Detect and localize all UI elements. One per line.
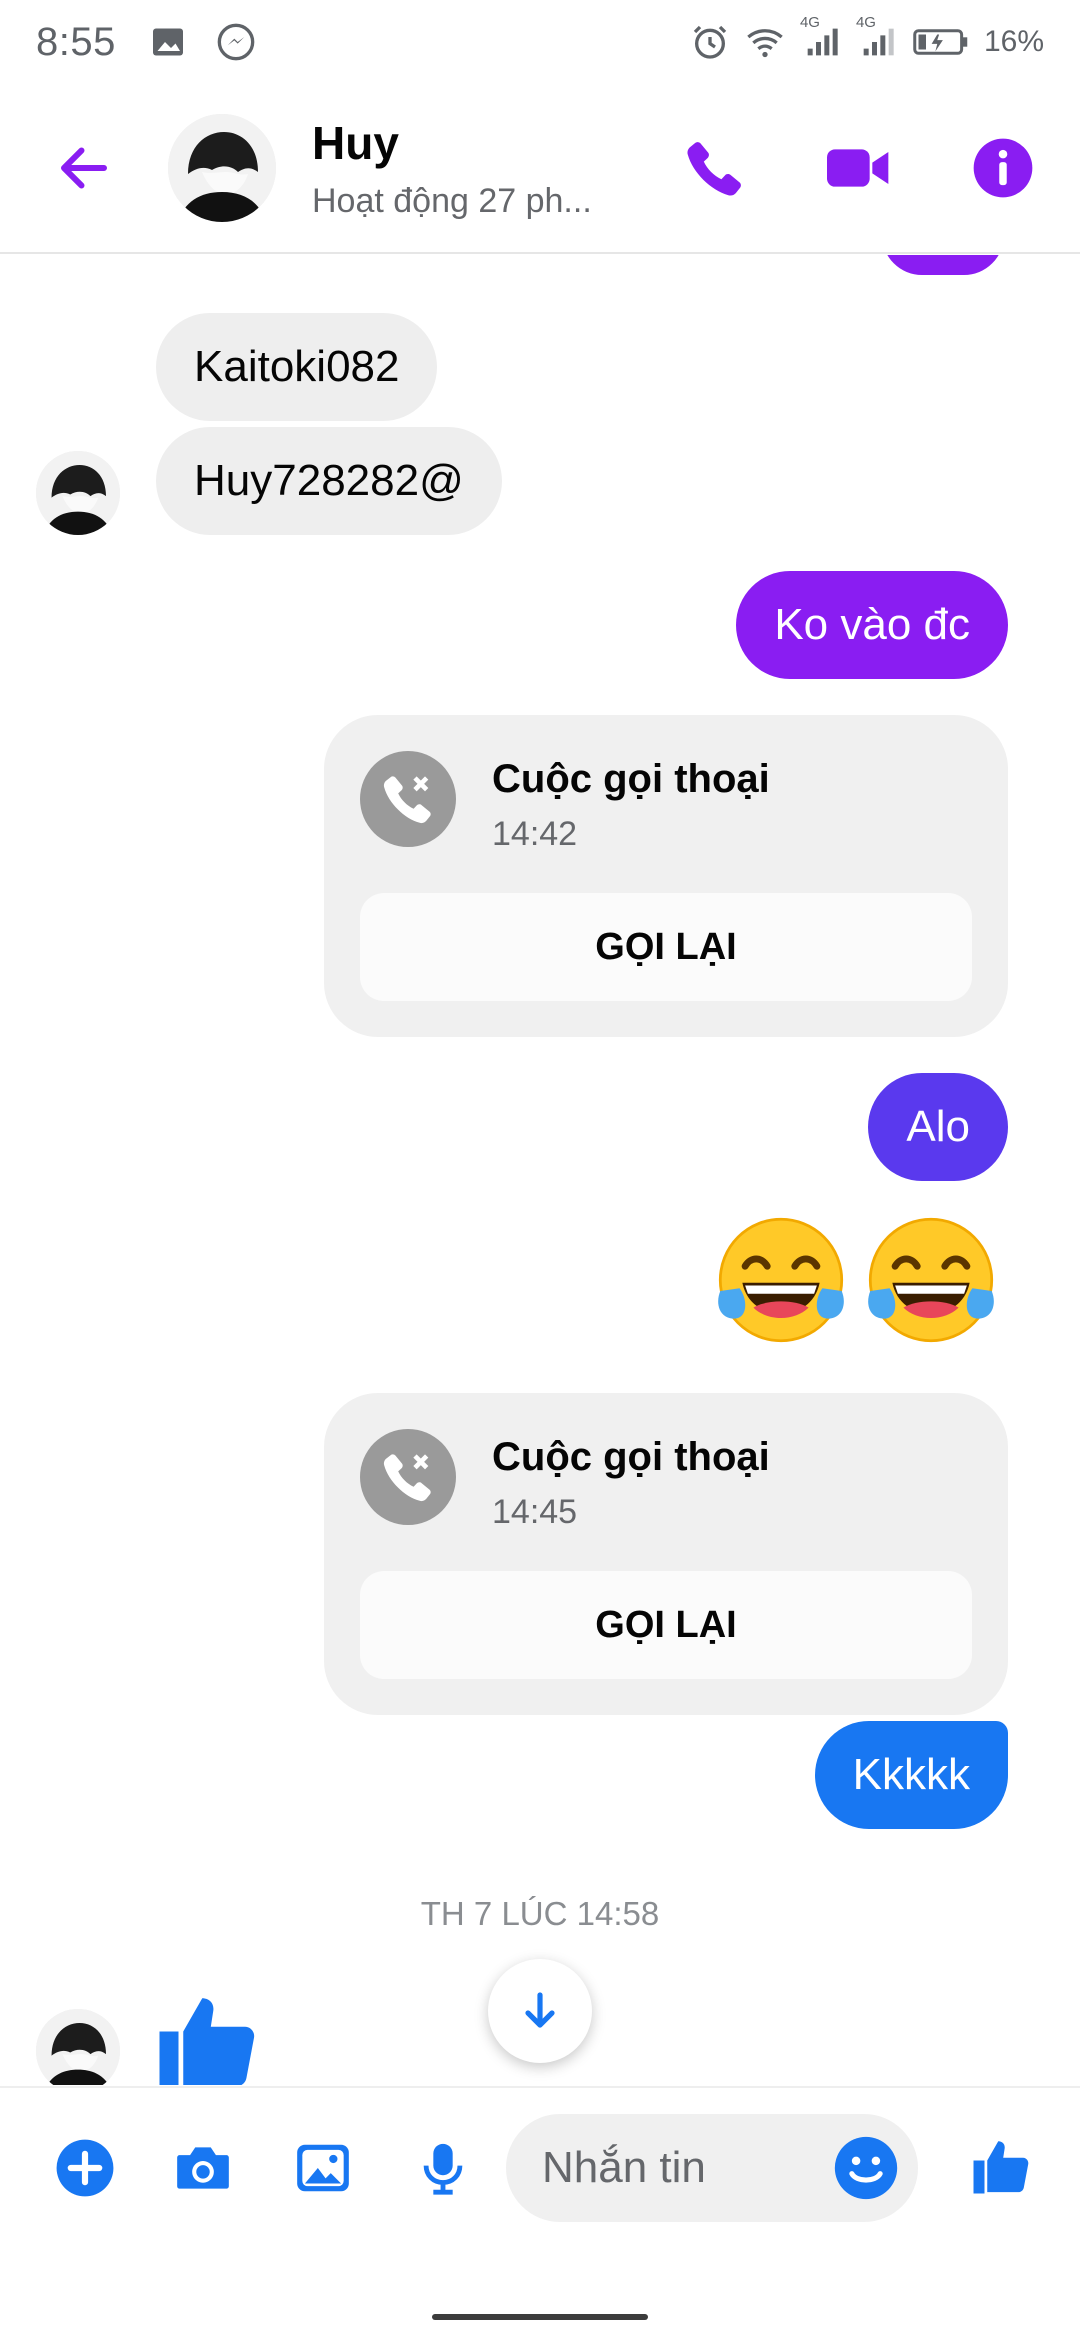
battery-icon bbox=[912, 27, 970, 57]
status-time: 8:55 bbox=[36, 19, 116, 64]
previous-message-partial[interactable] bbox=[882, 255, 1004, 275]
call-time: 14:45 bbox=[492, 1493, 578, 1531]
phone-icon bbox=[687, 142, 741, 196]
signal-icon-1: 4G bbox=[800, 14, 842, 62]
message-composer: Nhắn tin bbox=[0, 2086, 1080, 2246]
missed-call-card: Cuộc gọi thoại 14:45 GỌI LẠI bbox=[324, 1393, 1008, 1715]
outgoing-message[interactable]: Alo bbox=[868, 1073, 1008, 1181]
gallery-button[interactable] bbox=[288, 2133, 358, 2203]
message-input[interactable]: Nhắn tin bbox=[506, 2114, 918, 2222]
call-title: Cuộc gọi thoại bbox=[492, 757, 770, 801]
gallery-icon bbox=[150, 24, 186, 60]
message-text: Huy728282@ bbox=[194, 456, 464, 505]
sender-avatar[interactable] bbox=[36, 451, 120, 535]
microphone-icon bbox=[423, 2143, 463, 2195]
messenger-notification-icon bbox=[216, 22, 256, 62]
more-actions-button[interactable] bbox=[50, 2133, 120, 2203]
outgoing-message[interactable]: Kkkkk bbox=[814, 1721, 1008, 1829]
wifi-icon bbox=[744, 22, 786, 62]
voice-call-button[interactable] bbox=[678, 131, 752, 205]
sender-avatar[interactable] bbox=[36, 2009, 120, 2085]
message-text: Kkkkk bbox=[852, 1750, 970, 1799]
video-call-button[interactable] bbox=[822, 131, 896, 205]
message-text: Alo bbox=[906, 1102, 970, 1151]
video-camera-icon bbox=[827, 149, 889, 187]
laughing-tears-emoji-icon bbox=[868, 1217, 994, 1343]
home-indicator[interactable] bbox=[432, 2314, 648, 2320]
network-type-b: 4G bbox=[855, 14, 876, 31]
call-back-button[interactable]: GỌI LẠI bbox=[360, 893, 972, 1001]
info-icon bbox=[973, 138, 1033, 198]
outgoing-message[interactable]: Ko vào đc bbox=[736, 571, 1008, 679]
message-text: Ko vào đc bbox=[774, 600, 970, 649]
status-bar: 8:55 4G 4G 16% bbox=[0, 0, 1080, 84]
contact-name[interactable]: Huy bbox=[312, 116, 622, 170]
date-separator: TH 7 LÚC 14:58 bbox=[420, 1895, 660, 1932]
emoji-picker-icon[interactable] bbox=[832, 2134, 900, 2202]
thumbs-up-message-icon[interactable] bbox=[150, 1983, 264, 2085]
incoming-message[interactable]: Huy728282@ bbox=[156, 427, 502, 535]
network-type-a: 4G bbox=[799, 14, 820, 31]
send-like-button[interactable] bbox=[966, 2131, 1036, 2201]
call-time: 14:42 bbox=[492, 815, 578, 853]
call-back-button[interactable]: GỌI LẠI bbox=[360, 1571, 972, 1679]
back-button[interactable] bbox=[42, 126, 126, 210]
battery-percent: 16% bbox=[983, 25, 1044, 58]
image-icon bbox=[297, 2144, 349, 2192]
emoji-message[interactable]: 😂😂 bbox=[712, 1211, 1012, 1351]
message-input-placeholder: Nhắn tin bbox=[542, 2143, 706, 2192]
missed-call-card: Cuộc gọi thoại 14:42 GỌI LẠI bbox=[324, 715, 1008, 1037]
laughing-tears-emoji-icon bbox=[718, 1217, 844, 1343]
call-title: Cuộc gọi thoại bbox=[492, 1435, 770, 1479]
voice-message-button[interactable] bbox=[408, 2133, 478, 2203]
contact-avatar[interactable] bbox=[168, 114, 276, 222]
conversation-header: Huy Hoạt động 27 ph... bbox=[0, 84, 1080, 254]
contact-active-status: Hoạt động 27 ph... bbox=[312, 181, 592, 220]
arrow-down-icon bbox=[525, 1992, 555, 2028]
scroll-to-bottom-button[interactable] bbox=[488, 1959, 592, 2063]
signal-icon-2: 4G bbox=[856, 14, 898, 62]
missed-call-icon bbox=[360, 751, 456, 847]
alarm-icon bbox=[690, 22, 730, 62]
camera-icon bbox=[177, 2147, 229, 2189]
incoming-message[interactable]: Kaitoki082 bbox=[156, 313, 438, 421]
missed-call-icon bbox=[360, 1429, 456, 1525]
message-thread[interactable]: Kaitoki082 Huy728282@ Ko vào đc Cuộc gọi… bbox=[0, 255, 1080, 2085]
plus-circle-icon bbox=[56, 2139, 114, 2197]
camera-button[interactable] bbox=[168, 2133, 238, 2203]
arrow-left-icon bbox=[61, 147, 107, 189]
thumbs-up-icon bbox=[973, 2141, 1029, 2194]
message-text: Kaitoki082 bbox=[194, 342, 400, 391]
conversation-info-button[interactable] bbox=[966, 131, 1040, 205]
